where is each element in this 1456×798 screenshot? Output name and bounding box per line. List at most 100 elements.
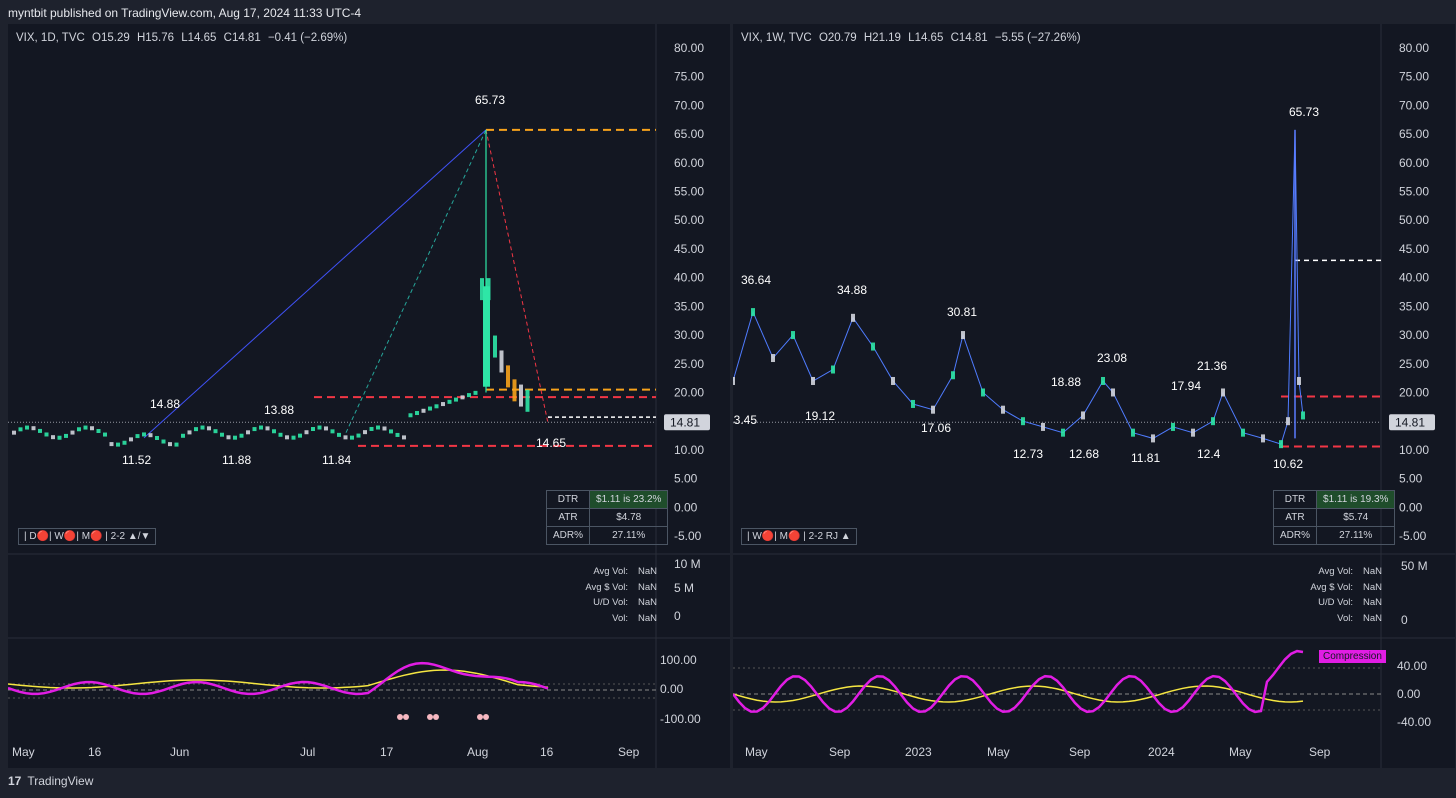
price-axis-label: 25.00 [674,357,704,371]
left-chart-panel[interactable]: 80.00 75.00 70.00 65.00 60.00 55.00 50.00 45.00… [8,24,730,768]
candle [473,390,478,395]
left-open: O15.29 [92,32,130,44]
candle [931,405,935,414]
candle [1021,417,1025,426]
candle [1297,376,1301,385]
price-annotation: 11.52 [122,453,151,467]
right-symbol[interactable]: VIX, 1W, TVC [741,32,812,44]
osc-magenta-line [733,649,1304,714]
ud-vol-label: U/D Vol: [593,597,628,608]
price-axis-label: -5.00 [1399,529,1427,543]
candle [31,426,36,431]
adr-value: 27.11% [1316,526,1396,545]
time-axis-label: 2024 [1148,745,1175,759]
right-close: C14.81 [950,32,988,44]
candle [525,389,530,412]
osc-dot [403,714,409,720]
vol-value: NaN [638,612,658,624]
candle [382,426,387,431]
time-axis-label: May [745,745,768,759]
price-tag: 14.81 [1395,415,1425,429]
time-axis-label: Aug [467,745,488,759]
candle [337,432,341,437]
left-symbol-header: VIX, 1D, TVC O15.29 H15.76 L14.65 C14.81… [16,32,351,44]
avg-vol-label: Avg Vol: [593,566,628,577]
candle [441,402,445,407]
price-axis-label: 30.00 [1399,328,1429,342]
candle [811,376,815,385]
candle [751,308,755,317]
price-annotation: 23.08 [1097,351,1127,365]
footer-brand[interactable]: TradingView [27,774,93,788]
candle [18,427,23,432]
price-axis-label: 25.00 [1399,357,1429,371]
candle [1286,417,1290,426]
right-change: −5.55 (−27.26%) [994,32,1081,44]
time-axis-label: May [1229,745,1252,759]
candle [771,354,775,363]
candle [831,365,835,374]
price-axis-label: 0.00 [674,500,698,514]
price-annotation: 12.68 [1069,447,1099,461]
footer: 17 TradingView [8,774,93,788]
candle [25,425,29,430]
price-axis-label: 65.00 [674,127,704,141]
left-symbol[interactable]: VIX, 1D, TVC [16,32,85,44]
osc-axis-label: 0.00 [1397,687,1421,701]
price-axis-label: 35.00 [1399,299,1429,313]
candle [129,437,133,442]
osc-dot [477,714,483,720]
price-axis-label: 60.00 [1399,156,1429,170]
price-annotation: 17.06 [921,421,951,435]
candle [1191,428,1195,437]
candle [891,376,895,385]
candle [44,432,49,437]
candle [109,442,114,447]
time-axis-label: 2023 [905,745,932,759]
price-axis-label: 20.00 [1399,385,1429,399]
candle [161,439,166,444]
candle [64,433,68,438]
candle [395,432,400,437]
candle [415,411,419,416]
avg-dollar-vol-label: Avg $ Vol: [585,581,628,593]
candle [226,435,231,440]
time-axis-label: May [987,745,1010,759]
candle [96,429,101,434]
atr-value: $5.74 [1316,508,1396,527]
dtr-label: DTR [1272,490,1318,509]
vol-label: Vol: [612,612,628,624]
osc-dot [427,714,433,720]
candle [330,429,335,434]
candle [220,432,224,437]
osc-axis-label: -100.00 [660,712,701,726]
tradingview-logo-icon[interactable]: 17 [8,774,21,788]
price-axis-label: 5.00 [1399,472,1423,486]
candle [369,426,374,431]
candle [1171,422,1175,431]
candle [122,440,127,445]
left-chart-canvas[interactable]: 80.00 75.00 70.00 65.00 60.00 55.00 50.00 45.00… [8,24,730,768]
price-axis-label: -5.00 [674,529,702,543]
price-axis-label: 0.00 [1399,500,1423,514]
candle [1101,376,1105,385]
time-axis-label: 16 [540,745,554,759]
time-axis-label: Jun [170,745,189,759]
price-axis-label: 60.00 [674,156,704,170]
price-axis-label: 30.00 [674,328,704,342]
candle [90,426,94,431]
candle [246,430,250,435]
volume-axis-label: 50 M [1401,559,1428,573]
candle [454,397,458,402]
price-annotation: 65.73 [1289,105,1319,119]
candle [421,408,426,413]
candle [116,442,120,447]
candle [187,430,192,435]
candle [194,427,198,432]
adr-label: ADR% [1272,526,1318,545]
candle [311,427,315,432]
candle [911,399,915,408]
right-chart-panel[interactable]: 80.00 75.00 70.00 65.00 60.00 55.00 50.00 45.00… [733,24,1455,768]
adr-label: ADR% [545,526,591,545]
avg-vol-value: NaN [638,566,658,577]
